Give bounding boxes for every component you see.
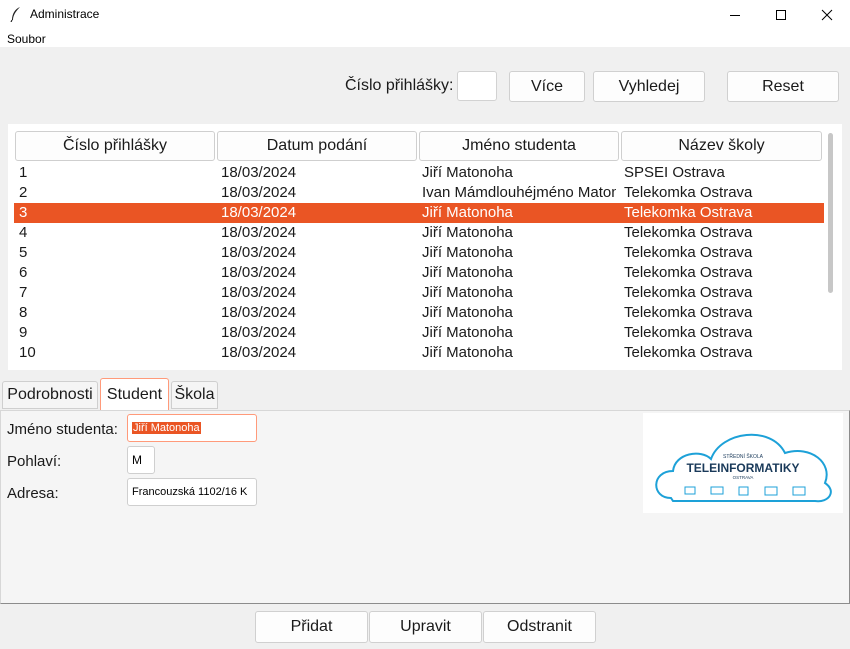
- logo-line2: TELEINFORMATIKY: [686, 461, 799, 475]
- cell-application-number: 8: [19, 304, 28, 321]
- edit-button[interactable]: Upravit: [369, 611, 482, 643]
- logo-image-icon: [764, 486, 778, 496]
- cell-date: 18/03/2024: [221, 284, 297, 301]
- address-field[interactable]: Francouzská 1102/16 K: [127, 478, 257, 506]
- maximize-button[interactable]: [758, 0, 804, 30]
- table-scrollbar[interactable]: [828, 133, 833, 293]
- cell-student-name: Jiří Matonoha: [422, 344, 513, 361]
- window-title: Administrace: [30, 7, 100, 21]
- table-row[interactable]: 8 18/03/2024 Jiří Matonoha Telekomka Ost…: [14, 303, 824, 323]
- remove-button[interactable]: Odstranit: [483, 611, 596, 643]
- tab-student[interactable]: Student: [100, 378, 169, 410]
- cell-school-name: Telekomka Ostrava: [624, 284, 753, 301]
- feather-icon: [10, 7, 20, 22]
- column-header-student-name[interactable]: Jméno studenta: [419, 131, 619, 161]
- gender-field[interactable]: M: [127, 446, 155, 474]
- more-button[interactable]: Více: [509, 71, 585, 102]
- table-row[interactable]: 2 18/03/2024 Ivan Mámdlouhéjméno Matonoh…: [14, 183, 824, 203]
- logo-line3: OSTRAVA: [733, 475, 754, 480]
- cell-date: 18/03/2024: [221, 224, 297, 241]
- cell-school-name: Telekomka Ostrava: [624, 304, 753, 321]
- cell-application-number: 10: [19, 344, 36, 361]
- cell-student-name: Jiří Matonoha: [422, 244, 513, 261]
- tab-podrobnosti[interactable]: Podrobnosti: [2, 381, 98, 409]
- cell-date: 18/03/2024: [221, 344, 297, 361]
- cell-student-name: Jiří Matonoha: [422, 304, 513, 321]
- address-label: Adresa:: [7, 485, 59, 502]
- menu-soubor[interactable]: Soubor: [7, 32, 46, 46]
- cell-student-name: Jiří Matonoha: [422, 324, 513, 341]
- cell-student-name: Jiří Matonoha: [422, 224, 513, 241]
- maximize-icon: [776, 10, 786, 20]
- table-row[interactable]: 5 18/03/2024 Jiří Matonoha Telekomka Ost…: [14, 243, 824, 263]
- cell-date: 18/03/2024: [221, 164, 297, 181]
- logo-line1: STŘEDNÍ ŠKOLA: [723, 452, 764, 460]
- table-row[interactable]: 4 18/03/2024 Jiří Matonoha Telekomka Ost…: [14, 223, 824, 243]
- reset-button[interactable]: Reset: [727, 71, 839, 102]
- cell-application-number: 1: [19, 164, 28, 181]
- cell-school-name: Telekomka Ostrava: [624, 224, 753, 241]
- table-row[interactable]: 7 18/03/2024 Jiří Matonoha Telekomka Ost…: [14, 283, 824, 303]
- cell-application-number: 5: [19, 244, 28, 261]
- add-button[interactable]: Přidat: [255, 611, 368, 643]
- cell-application-number: 9: [19, 324, 28, 341]
- table-row[interactable]: 10 18/03/2024 Jiří Matonoha Telekomka Os…: [14, 343, 824, 363]
- logo-tablet-icon: [738, 486, 749, 496]
- cell-school-name: Telekomka Ostrava: [624, 244, 753, 261]
- table-row-selected[interactable]: 3 18/03/2024 Jiří Matonoha Telekomka Ost…: [14, 203, 824, 223]
- application-number-label: Číslo přihlášky:: [345, 77, 454, 94]
- menu-bar: Soubor: [0, 30, 850, 47]
- logo-code-icon: [710, 486, 724, 495]
- table-row[interactable]: 1 18/03/2024 Jiří Matonoha SPSEI Ostrava: [14, 163, 824, 183]
- cell-date: 18/03/2024: [221, 184, 297, 201]
- cell-school-name: Telekomka Ostrava: [624, 324, 753, 341]
- close-icon: [821, 9, 833, 21]
- column-header-application-number[interactable]: Číslo přihlášky: [15, 131, 215, 161]
- student-name-label: Jméno studenta:: [7, 421, 118, 438]
- minimize-icon: [730, 15, 740, 16]
- cell-school-name: SPSEI Ostrava: [624, 164, 725, 181]
- tab-skola[interactable]: Škola: [171, 381, 218, 409]
- cell-application-number: 7: [19, 284, 28, 301]
- cell-student-name: Jiří Matonoha: [422, 204, 513, 221]
- close-button[interactable]: [804, 0, 850, 30]
- cell-student-name: Jiří Matonoha: [422, 284, 513, 301]
- school-logo: STŘEDNÍ ŠKOLA TELEINFORMATIKY OSTRAVA: [643, 413, 843, 513]
- cell-student-name: Ivan Mámdlouhéjméno Matonoha: [422, 184, 616, 201]
- student-name-value: Jiří Matonoha: [132, 422, 201, 434]
- cell-application-number: 4: [19, 224, 28, 241]
- table-row[interactable]: 9 18/03/2024 Jiří Matonoha Telekomka Ost…: [14, 323, 824, 343]
- table-row[interactable]: 6 18/03/2024 Jiří Matonoha Telekomka Ost…: [14, 263, 824, 283]
- cell-student-name: Jiří Matonoha: [422, 264, 513, 281]
- column-header-date[interactable]: Datum podání: [217, 131, 417, 161]
- column-header-school-name[interactable]: Název školy: [621, 131, 822, 161]
- cell-date: 18/03/2024: [221, 244, 297, 261]
- minimize-button[interactable]: [712, 0, 758, 30]
- student-name-field[interactable]: Jiří Matonoha: [127, 414, 257, 442]
- cell-date: 18/03/2024: [221, 264, 297, 281]
- logo-monitor-icon: [792, 486, 806, 496]
- search-button[interactable]: Vyhledej: [593, 71, 705, 102]
- title-bar: Administrace: [0, 0, 850, 30]
- application-number-input[interactable]: [457, 71, 497, 101]
- cell-application-number: 6: [19, 264, 28, 281]
- cloud-logo-icon: STŘEDNÍ ŠKOLA TELEINFORMATIKY OSTRAVA: [655, 433, 832, 503]
- cell-date: 18/03/2024: [221, 324, 297, 341]
- logo-grid-icon: [684, 486, 696, 495]
- cell-date: 18/03/2024: [221, 204, 297, 221]
- cell-school-name: Telekomka Ostrava: [624, 184, 753, 201]
- cell-school-name: Telekomka Ostrava: [624, 344, 753, 361]
- cell-application-number: 2: [19, 184, 28, 201]
- cell-application-number: 3: [19, 204, 28, 221]
- gender-label: Pohlaví:: [7, 453, 62, 470]
- cell-student-name: Jiří Matonoha: [422, 164, 513, 181]
- cell-date: 18/03/2024: [221, 304, 297, 321]
- cell-school-name: Telekomka Ostrava: [624, 204, 753, 221]
- cell-school-name: Telekomka Ostrava: [624, 264, 753, 281]
